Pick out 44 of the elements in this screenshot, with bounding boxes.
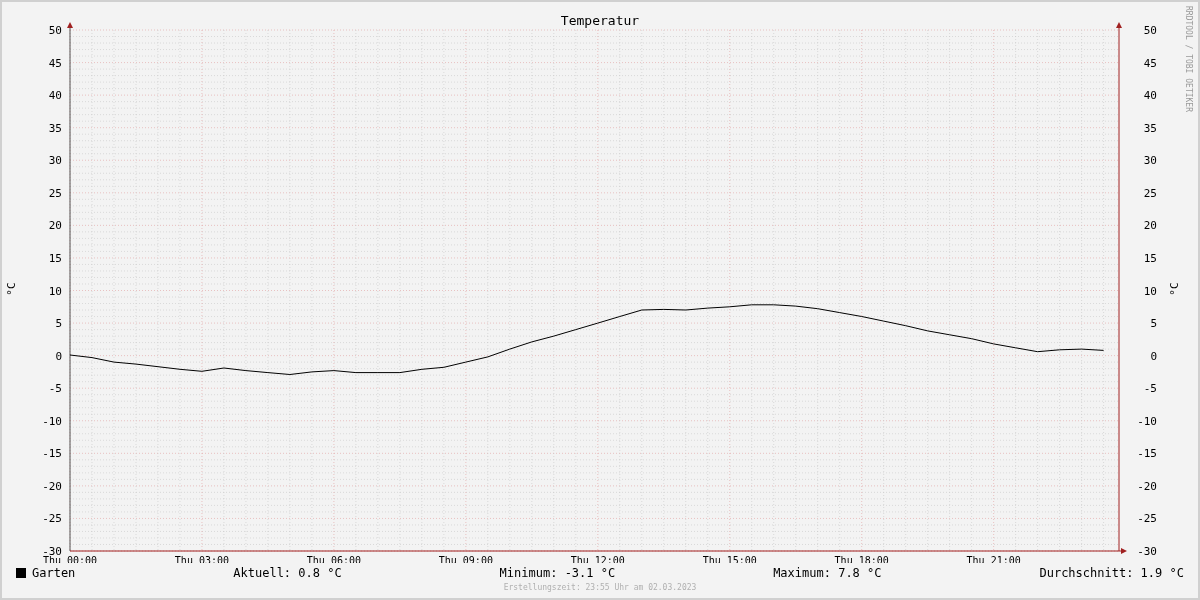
y-tick-label: -15 [42,447,62,461]
y-tick-label: 35 [48,121,62,135]
y-tick-label: -20 [42,479,62,493]
y-tick-label: 25 [48,186,62,200]
y-tick-label: 10 [48,284,62,298]
y-tick-label: 40 [1143,89,1157,103]
y-tick-label: -10 [1137,414,1157,428]
y-tick-label: 15 [48,251,62,265]
footer-text: Erstellungszeit: 23:55 Uhr am 02.03.2023 [503,583,697,592]
y-tick-label: 5 [55,317,62,331]
legend-label: Garten [32,566,76,580]
y-tick-label: -20 [1137,479,1157,493]
y-tick-label: -15 [1137,447,1157,461]
y-tick-label: 45 [1143,56,1157,70]
y-tick-label: 25 [1143,186,1157,200]
y-tick-label: 5 [1150,317,1157,331]
chart-title: Temperatur [560,13,640,28]
y-tick-label: -25 [1137,512,1157,526]
y-tick-label: 20 [1143,219,1157,233]
y-tick-label: 50 [1143,24,1157,37]
y-axis-label: °C [1168,282,1181,296]
y-tick-label: 35 [1143,121,1157,135]
y-tick-label: 40 [48,89,62,103]
y-tick-label: 45 [48,56,62,70]
y-axis-label: °C [5,282,18,296]
y-tick-label: -30 [42,545,62,558]
legend-stat: Durchschnitt: 1.9 °C [1039,566,1184,580]
y-tick-label: 15 [1143,251,1157,265]
legend-stat: Maximum: 7.8 °C [773,566,882,580]
y-tick-label: -25 [42,512,62,526]
y-tick-label: 10 [1143,284,1157,298]
y-tick-label: -30 [1137,545,1157,558]
y-tick-label: -5 [1143,382,1157,396]
y-tick-label: 20 [48,219,62,233]
y-tick-label: -10 [42,414,62,428]
credit-text: RRDTOOL / TOBI OETIKER [1184,6,1193,112]
y-tick-label: 30 [1143,154,1157,168]
legend-stat: Minimum: -3.1 °C [499,566,616,580]
y-tick-label: 0 [1150,349,1157,363]
y-tick-label: 50 [48,24,62,37]
y-tick-label: 30 [48,154,62,168]
y-tick-label: 0 [55,349,62,363]
y-tick-label: -5 [48,382,62,396]
legend-stat: Aktuell: 0.8 °C [233,566,342,580]
